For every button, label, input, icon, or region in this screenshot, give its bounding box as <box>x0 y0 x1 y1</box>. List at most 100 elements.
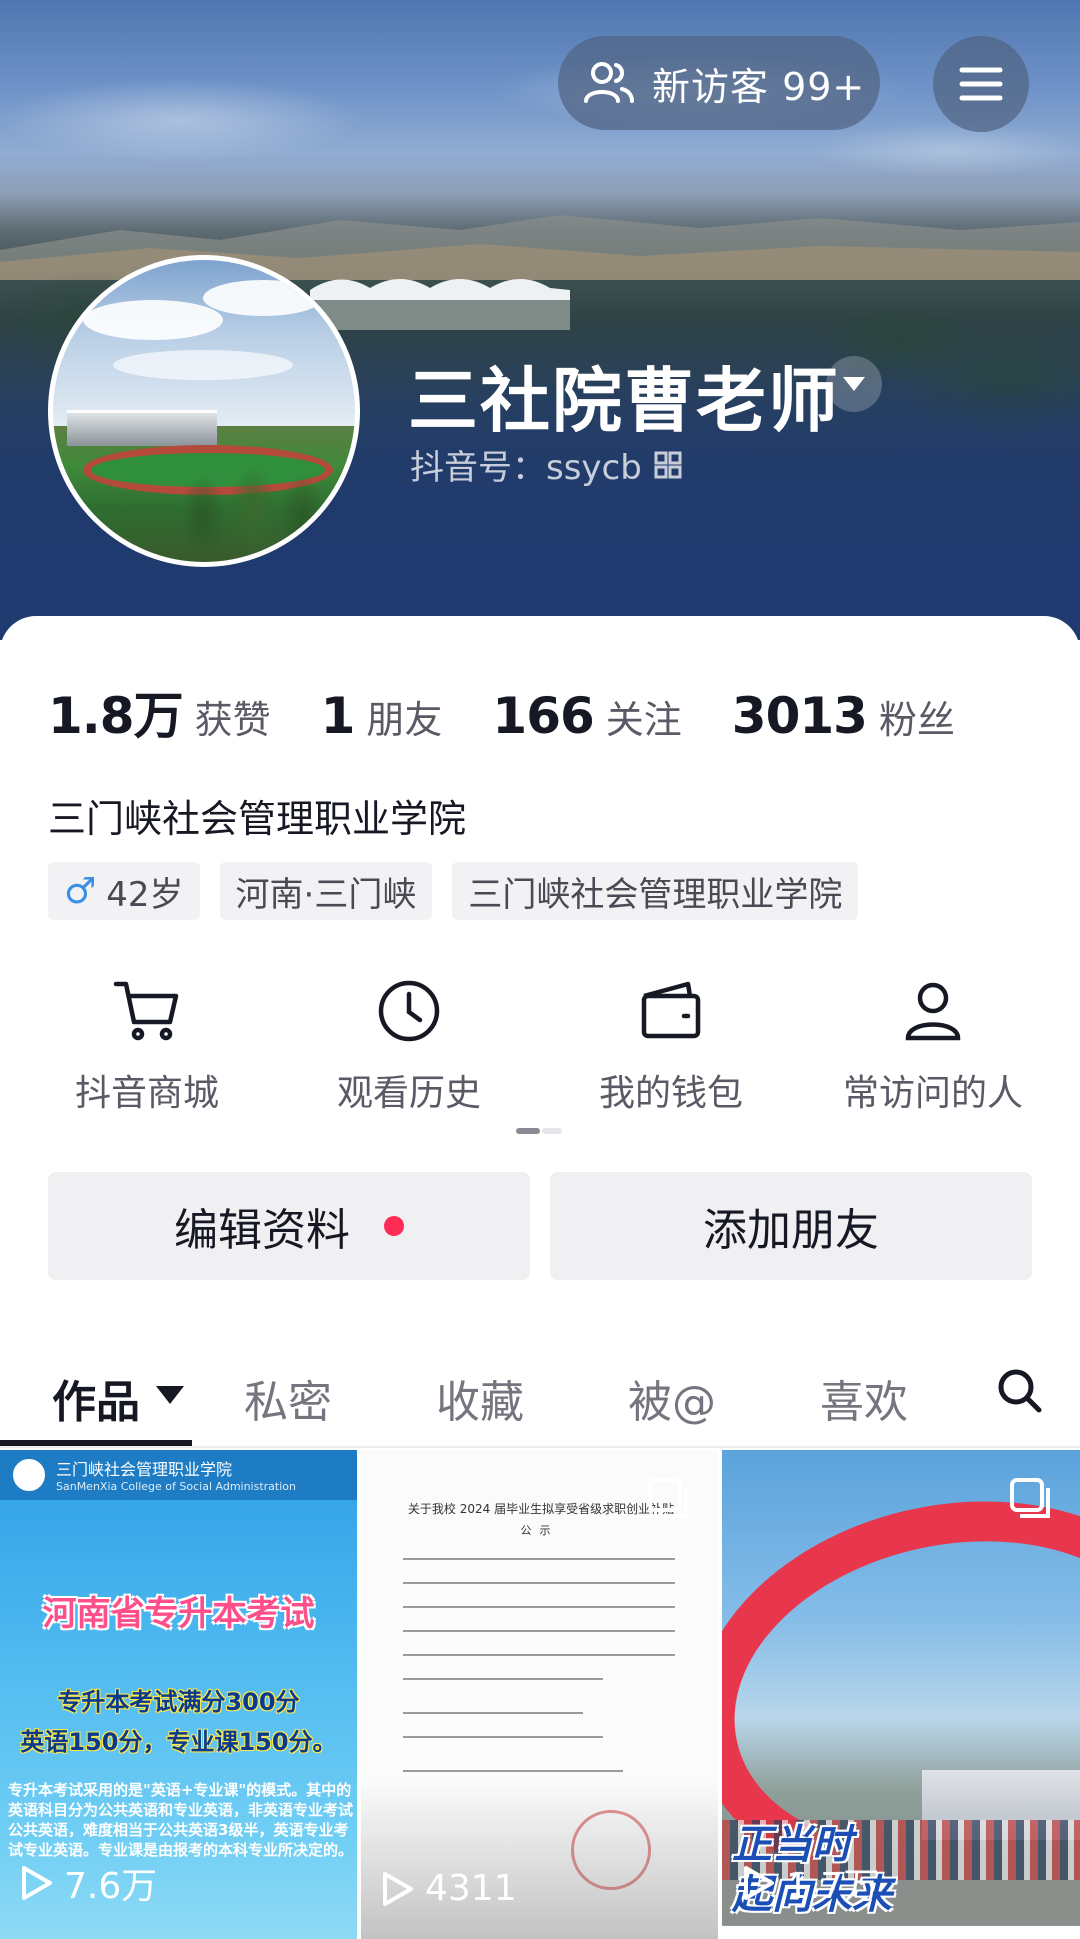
video-thumbnail[interactable]: 三门峡社会管理职业学院 SanMenXia College of Social … <box>0 1450 357 1939</box>
doc-text-line <box>403 1678 603 1680</box>
quick-action-mall[interactable]: 抖音商城 <box>16 976 278 1116</box>
multi-image-icon <box>648 1478 688 1518</box>
new-visitors-label: 新访客 99+ <box>652 64 866 109</box>
red-dot-badge <box>384 1216 404 1236</box>
doc-text-line <box>403 1770 623 1772</box>
avatar-trees <box>173 460 355 562</box>
tab-private[interactable]: 私密 <box>244 1366 332 1430</box>
tabs-divider <box>0 1446 1080 1448</box>
video-thumbnail[interactable]: 关于我校 2024 届毕业生拟享受省级求职创业补贴 公示 4311 <box>361 1450 718 1939</box>
play-count: 7.6万 <box>18 1857 157 1909</box>
doc-text-line <box>403 1558 675 1560</box>
play-count: 4311 <box>379 1868 517 1909</box>
hamburger-icon <box>959 67 1003 101</box>
stat-number: 3013 <box>731 687 868 745</box>
douyin-id-text: 抖音号：ssycb <box>410 448 642 488</box>
person-icon <box>905 982 961 1041</box>
wallet-icon <box>641 981 701 1039</box>
play-count-text: 1.7万 <box>786 1866 880 1907</box>
video-thumbnail[interactable]: 正当时 起向未来 1.7万 <box>722 1450 1080 1939</box>
play-icon <box>383 1871 413 1906</box>
stats-row: 1.8万 获赞 1 朋友 166 关注 3013 粉丝 <box>48 676 1005 748</box>
tab-likes[interactable]: 喜欢 <box>820 1366 908 1430</box>
thumb-school-name: 三门峡社会管理职业学院 <box>56 1460 233 1479</box>
clock-icon <box>378 980 440 1042</box>
qr-code-icon[interactable] <box>654 451 682 479</box>
cart-icon <box>113 981 179 1041</box>
search-icon[interactable] <box>995 1366 1045 1416</box>
pager-indicator <box>516 1128 564 1134</box>
play-count-text: 4311 <box>425 1868 517 1909</box>
avatar-sky <box>53 260 355 427</box>
thumb-line: 英语150分，专业课150分。 <box>20 1728 337 1756</box>
stat-following[interactable]: 166 关注 <box>492 687 681 745</box>
avatar-cloud <box>203 280 323 316</box>
tab-works[interactable]: 作品 <box>52 1366 140 1430</box>
thumb-doc-sub: 公示 <box>520 1524 559 1537</box>
nickname[interactable]: 三社院曹老师 <box>408 345 840 446</box>
profile-page: 新访客 99+ 三社院曹老师 抖音号：ssycb 1.8万 获赞 1 朋友 16… <box>0 0 1080 1939</box>
thumb-headline: 河南省专升本考试 <box>42 1594 315 1634</box>
pager-dot-active <box>516 1128 540 1134</box>
profile-tags: ♂ 42岁 河南·三门峡 三门峡社会管理职业学院 <box>48 862 878 920</box>
quick-action-frequent[interactable]: 常访问的人 <box>802 976 1064 1116</box>
add-friend-button[interactable]: 添加朋友 <box>550 1172 1032 1280</box>
caret-down-icon[interactable] <box>156 1386 184 1404</box>
doc-text-line <box>403 1654 675 1656</box>
stat-followers[interactable]: 3013 粉丝 <box>732 687 955 745</box>
thumb-school-en: SanMenXia College of Social Administrati… <box>56 1480 296 1493</box>
doc-text-line <box>403 1712 583 1714</box>
new-visitors-button[interactable]: 新访客 99+ <box>558 36 880 130</box>
account-switch-button[interactable] <box>826 356 882 412</box>
tab-mentions[interactable]: 被@ <box>628 1366 716 1430</box>
quick-action-label: 观看历史 <box>336 1073 481 1114</box>
cover-image[interactable]: 新访客 99+ 三社院曹老师 抖音号：ssycb <box>0 0 1080 640</box>
quick-action-history[interactable]: 观看历史 <box>278 976 540 1116</box>
thumb-line: 专升本考试满分300分 <box>57 1688 300 1716</box>
thumb-fade <box>361 1780 718 1939</box>
content-tabs: 作品 私密 收藏 被@ 喜欢 <box>0 1336 1080 1446</box>
profile-sheet: 1.8万 获赞 1 朋友 166 关注 3013 粉丝 三门峡社会管理职业学院 … <box>0 616 1080 1939</box>
thumb-school-banner: 三门峡社会管理职业学院 SanMenXia College of Social … <box>0 1450 357 1500</box>
stat-likes[interactable]: 1.8万 获赞 <box>48 676 271 748</box>
avatar-cloud <box>113 350 293 380</box>
thumb-body: 专升本考试采用的是"英语+专业课"的模式。其中的英语科目分为公共英语和专业英语，… <box>8 1781 354 1859</box>
cover-clouds <box>0 0 1080 220</box>
play-icon <box>744 1866 774 1900</box>
doc-text-line <box>403 1736 603 1738</box>
avatar-stand <box>67 410 217 446</box>
edit-profile-label: 编辑资料 <box>174 1205 350 1256</box>
tag-gender-age: ♂ 42岁 <box>48 862 200 920</box>
stat-number: 1.8万 <box>48 687 184 745</box>
menu-button[interactable] <box>933 36 1029 132</box>
avatar-cloud <box>83 300 223 340</box>
douyin-id[interactable]: 抖音号：ssycb <box>410 440 682 489</box>
quick-action-label: 我的钱包 <box>598 1073 743 1114</box>
doc-text-line <box>403 1630 675 1632</box>
play-count-text: 7.6万 <box>64 1866 158 1907</box>
quick-actions: 抖音商城 观看历史 我的钱包 常访问的人 <box>0 976 1080 1116</box>
avatar[interactable] <box>48 255 360 567</box>
tag-age: 42岁 <box>106 874 184 915</box>
quick-action-wallet[interactable]: 我的钱包 <box>540 976 802 1116</box>
caret-down-icon <box>843 377 865 391</box>
tag-location: 河南·三门峡 <box>219 862 433 920</box>
stat-label: 关注 <box>605 698 682 742</box>
multi-image-icon <box>1010 1478 1050 1518</box>
quick-action-label: 常访问的人 <box>842 1073 1023 1114</box>
tag-school[interactable]: 三门峡社会管理职业学院 <box>452 862 859 920</box>
edit-profile-button[interactable]: 编辑资料 <box>48 1172 530 1280</box>
stat-number: 1 <box>320 687 356 745</box>
play-count: 1.7万 <box>740 1857 879 1909</box>
doc-text-line <box>403 1582 675 1584</box>
pager-dot <box>542 1128 562 1134</box>
visitors-icon <box>584 62 634 103</box>
stat-friends[interactable]: 1 朋友 <box>321 687 443 745</box>
stat-number: 166 <box>492 687 594 745</box>
stat-label: 朋友 <box>366 698 443 742</box>
stat-label: 获赞 <box>194 698 271 742</box>
video-grid: 三门峡社会管理职业学院 SanMenXia College of Social … <box>0 1450 1080 1939</box>
tab-favorites[interactable]: 收藏 <box>436 1366 524 1430</box>
add-friend-label: 添加朋友 <box>703 1205 879 1256</box>
play-icon <box>22 1866 52 1900</box>
